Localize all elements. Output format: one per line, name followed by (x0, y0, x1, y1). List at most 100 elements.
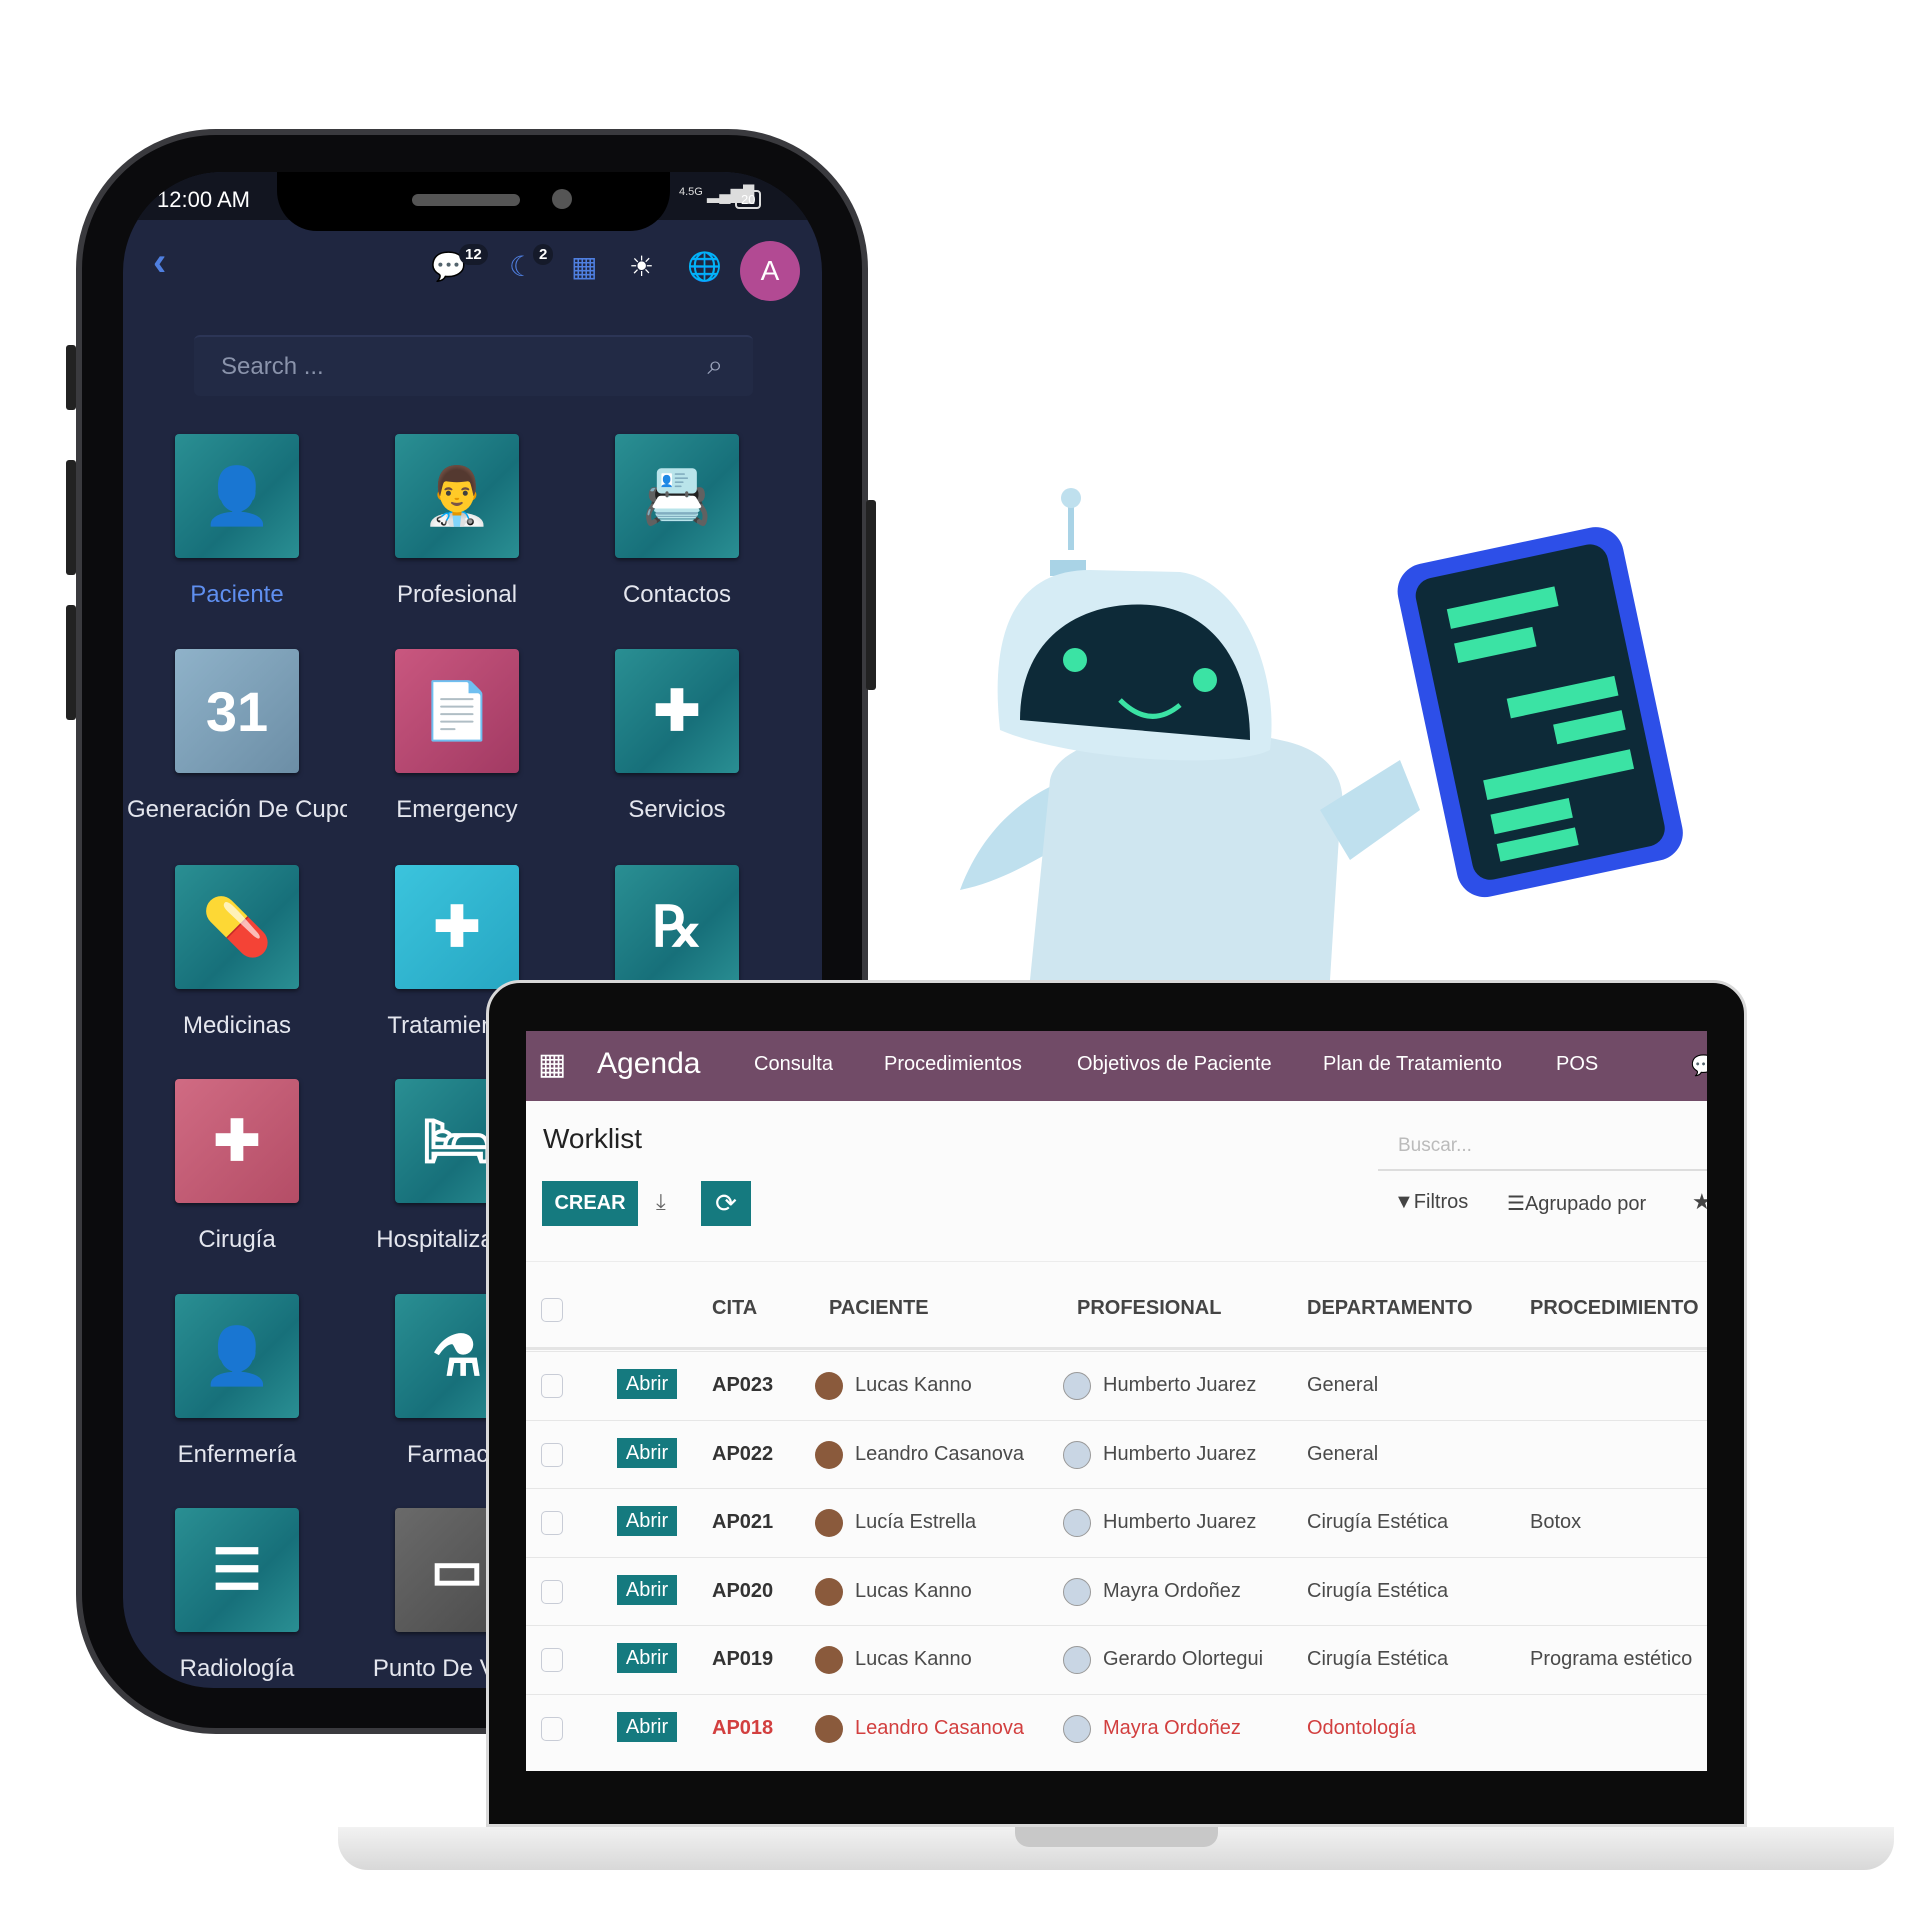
robot-antenna (1061, 488, 1081, 508)
departamento-cell: Cirugía Estética (1307, 1648, 1449, 1670)
app-label[interactable]: Servicios (567, 796, 787, 824)
chat-icon[interactable]: 💬 (1691, 1053, 1707, 1078)
nav-plan-tratamiento[interactable]: Plan de Tratamiento (1323, 1053, 1502, 1076)
column-header-procedimiento[interactable]: PROCEDIMIENTO (1530, 1297, 1699, 1320)
search-input[interactable]: Search ... ⌕ (194, 335, 753, 396)
favorites-star-icon[interactable]: ★ (1692, 1189, 1707, 1215)
open-button[interactable]: Abrir (617, 1711, 677, 1742)
row-checkbox[interactable] (541, 1579, 563, 1604)
cita-cell: AP020 (712, 1579, 774, 1602)
app-tile[interactable]: ✚ (395, 865, 519, 989)
nav-procedimientos[interactable]: Procedimientos (884, 1053, 1022, 1076)
table-row[interactable]: Abrir AP019 Lucas Kanno Gerardo Olortegu… (526, 1625, 1707, 1693)
app-tile[interactable]: 👨‍⚕ (395, 434, 519, 558)
profesional-cell: Humberto Juarez (1103, 1442, 1257, 1465)
download-icon[interactable]: ⤓ (656, 1189, 666, 1215)
notch (277, 172, 670, 231)
app-tile[interactable]: 👤 (175, 434, 299, 558)
nurse-icon: 👤 (202, 1324, 272, 1387)
open-button[interactable]: Abrir (617, 1574, 677, 1605)
filters-button[interactable]: ▼Filtros (1394, 1191, 1468, 1214)
paciente-cell: Leandro Casanova (855, 1442, 1025, 1465)
group-by-button[interactable]: ☰Agrupado por (1507, 1191, 1646, 1216)
row-checkbox[interactable] (541, 1648, 563, 1672)
paciente-cell: Lucas Kanno (855, 1579, 972, 1602)
apps-menu-icon[interactable]: ▦ (538, 1047, 566, 1082)
app-label[interactable]: Emergency (347, 796, 567, 824)
group-by-label: Agrupado por (1524, 1193, 1647, 1215)
app-title[interactable]: Agenda (597, 1047, 700, 1081)
open-button[interactable]: Abrir (617, 1643, 677, 1673)
row-checkbox[interactable] (541, 1374, 563, 1398)
medical-file-icon: 📄 (422, 679, 492, 742)
app-tile[interactable]: 31 (175, 649, 299, 773)
status-time: 12:00 AM (157, 187, 250, 212)
app-label[interactable]: Enfermería (127, 1441, 347, 1469)
app-tile[interactable]: 📄 (395, 649, 519, 773)
robot-body (1030, 730, 1343, 980)
nav-objetivos[interactable]: Objetivos de Paciente (1077, 1053, 1272, 1076)
avatar[interactable]: A (740, 241, 800, 301)
departamento-cell: Odontología (1307, 1716, 1416, 1739)
nav-consulta[interactable]: Consulta (754, 1053, 833, 1076)
departamento-cell: General (1307, 1374, 1379, 1396)
open-button[interactable]: Abrir (617, 1369, 677, 1399)
column-header-departamento[interactable]: DEPARTAMENTO (1307, 1297, 1473, 1320)
patient-avatar (815, 1372, 843, 1400)
row-checkbox[interactable] (541, 1716, 563, 1741)
pills-icon: 💊 (202, 895, 272, 958)
first-aid-kit-icon: ✚ (653, 679, 701, 742)
row-checkbox[interactable] (541, 1442, 563, 1467)
back-icon[interactable]: ‹ (153, 240, 166, 285)
language-icon[interactable]: 🌐 (687, 250, 722, 283)
cita-cell: AP023 (712, 1374, 774, 1396)
select-all-checkbox[interactable] (541, 1298, 563, 1322)
app-tile[interactable]: ✚ (615, 649, 739, 773)
app-label[interactable]: Paciente (127, 581, 347, 609)
table-row[interactable]: Abrir AP022 Leandro Casanova Humberto Ju… (526, 1419, 1707, 1488)
search-input[interactable]: Buscar... (1378, 1131, 1707, 1171)
professional-avatar (1063, 1509, 1091, 1537)
sun-icon[interactable]: ☀ (629, 250, 654, 283)
table-row[interactable]: Abrir AP020 Lucas Kanno Mayra Ordoñez Ci… (526, 1556, 1707, 1625)
list-icon: ☰ (1507, 1193, 1525, 1215)
app-label[interactable]: Contactos (567, 581, 787, 609)
open-button[interactable]: Abrir (617, 1437, 677, 1468)
robot-phone (1397, 527, 1683, 898)
app-tile[interactable]: 📇 (615, 434, 739, 558)
address-book-icon: 📇 (642, 464, 712, 527)
app-tile[interactable]: ✚ (175, 1079, 299, 1203)
professional-avatar (1063, 1372, 1091, 1400)
app-label[interactable]: Radiología (127, 1655, 347, 1683)
table-row[interactable]: Abrir AP021 Lucía Estrella Humberto Juar… (526, 1488, 1707, 1556)
app-tile[interactable]: ℞ (615, 865, 739, 989)
app-tile[interactable]: 👤 (175, 1294, 299, 1418)
table-row[interactable]: Abrir AP018 Leandro Casanova Mayra Ordoñ… (526, 1693, 1707, 1762)
app-label[interactable]: Profesional (347, 581, 567, 609)
cita-cell: AP019 (712, 1648, 774, 1670)
cita-cell: AP018 (712, 1716, 774, 1739)
battery-level: 20 (741, 192, 756, 207)
app-tile[interactable]: 💊 (175, 865, 299, 989)
row-checkbox[interactable] (541, 1511, 563, 1535)
refresh-button[interactable]: ⟳ (701, 1181, 751, 1226)
hand-cross-icon: ✚ (433, 895, 481, 958)
calculator-icon[interactable]: ▦ (571, 250, 597, 283)
profesional-cell: Mayra Ordoñez (1103, 1579, 1241, 1602)
nav-pos[interactable]: POS (1556, 1053, 1598, 1076)
activity-icon[interactable]: ☾ (509, 250, 534, 283)
create-button[interactable]: CREAR (542, 1181, 638, 1226)
battery-icon: 20 (735, 190, 762, 209)
app-label[interactable]: Generación De Cupos (127, 796, 347, 824)
profesional-cell: Humberto Juarez (1103, 1511, 1257, 1533)
hospital-bed-icon: 🛏 (421, 1109, 493, 1172)
app-tile[interactable]: ☰ (175, 1508, 299, 1632)
app-label[interactable]: Cirugía (127, 1226, 347, 1254)
open-button[interactable]: Abrir (617, 1506, 677, 1536)
app-label[interactable]: Medicinas (127, 1012, 347, 1040)
column-header-cita[interactable]: CITA (712, 1297, 757, 1320)
table-row[interactable]: Abrir AP023 Lucas Kanno Humberto Juarez … (526, 1351, 1707, 1419)
column-header-profesional[interactable]: PROFESIONAL (1077, 1297, 1221, 1320)
column-header-paciente[interactable]: PACIENTE (829, 1297, 929, 1320)
search-icon[interactable]: ⌕ (707, 349, 723, 382)
